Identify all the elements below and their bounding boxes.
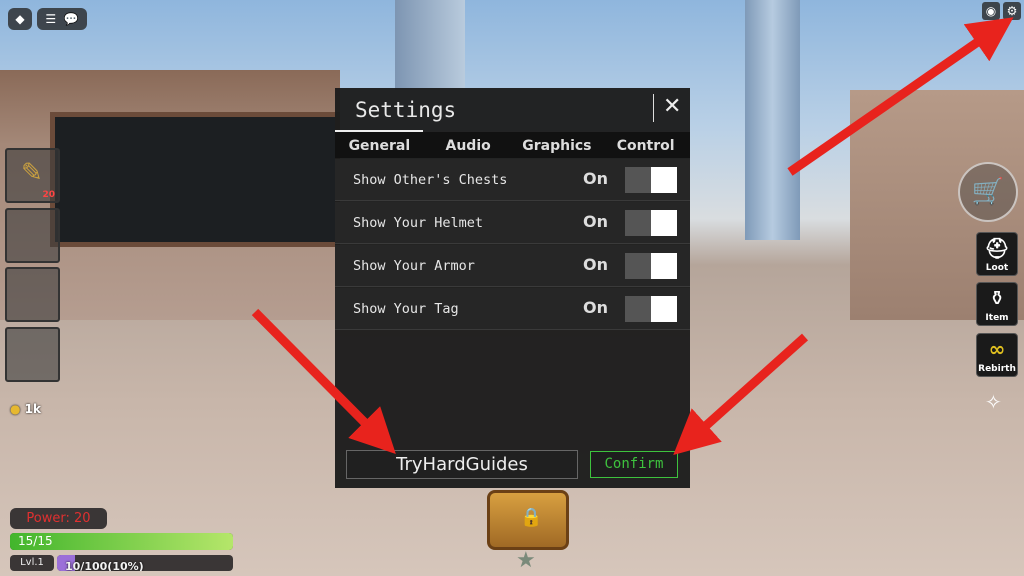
arrow-to-confirm: [673, 333, 809, 456]
annotation-arrows: [251, 17, 1014, 456]
arrow-to-input: [251, 308, 396, 454]
arrow-to-settings: [787, 17, 1014, 176]
